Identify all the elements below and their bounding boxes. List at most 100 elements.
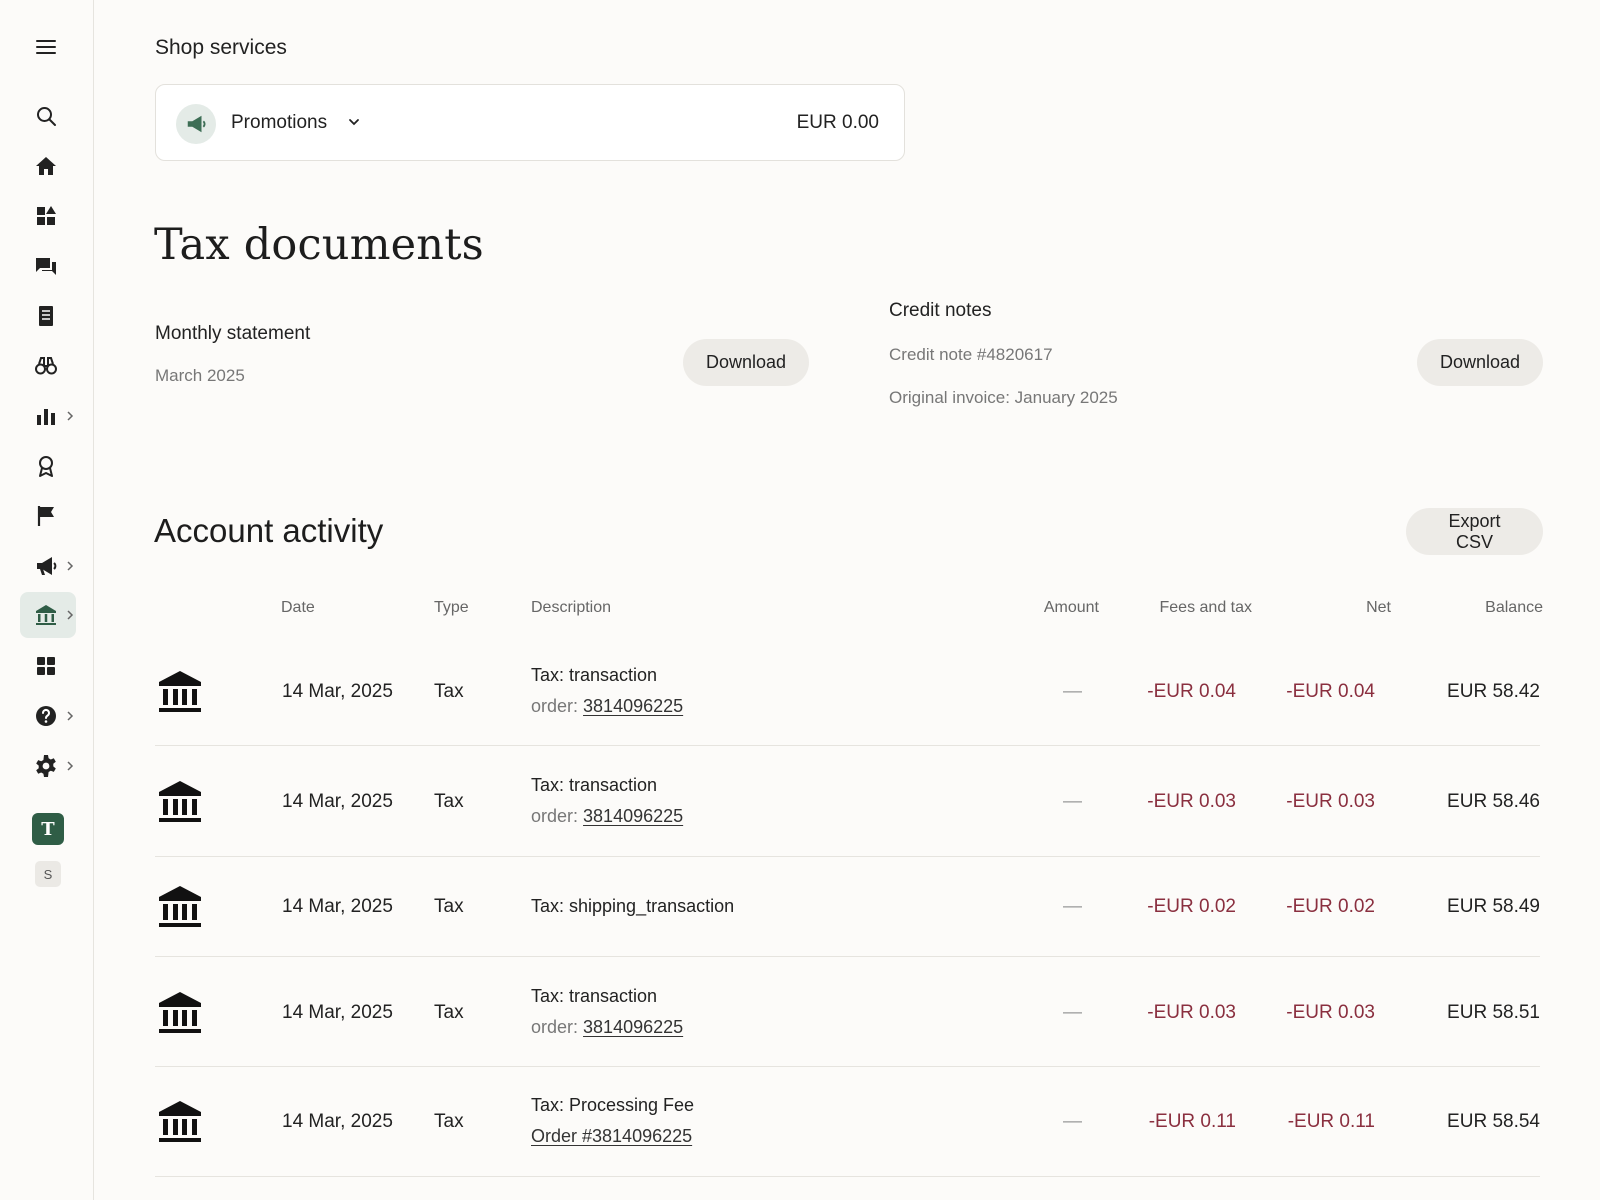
nav-marketing[interactable]	[20, 343, 76, 389]
nav-messages[interactable]	[20, 243, 76, 289]
row-fees: -EUR 0.02	[1147, 896, 1236, 917]
monthly-statement-period: March 2025	[155, 366, 245, 385]
row-description: Tax: transaction	[531, 664, 658, 685]
row-balance: EUR 58.42	[1447, 680, 1540, 702]
row-amount: —	[1063, 896, 1082, 917]
stats-icon	[37, 409, 55, 425]
bank-icon	[36, 605, 56, 625]
nav-listings[interactable]	[20, 193, 76, 239]
row-order-ref: order: 3814096225	[531, 696, 683, 717]
nav-finances[interactable]	[20, 592, 76, 638]
row-fees: -EUR 0.11	[1148, 1111, 1236, 1132]
nav-advertising[interactable]	[20, 543, 76, 589]
row-date: 14 Mar, 2025	[282, 1001, 393, 1023]
table-row[interactable]: 14 Mar, 2025 Tax Tax: Processing Fee Order …	[155, 1067, 1540, 1177]
nav-star-seller[interactable]	[20, 443, 76, 489]
row-fees: -EUR 0.03	[1147, 1001, 1236, 1023]
gear-icon	[36, 755, 56, 777]
col-date: Date	[281, 599, 315, 616]
bank-icon	[157, 1100, 203, 1144]
col-type: Type	[434, 599, 469, 616]
nav-orders[interactable]	[20, 293, 76, 339]
order-link[interactable]: 3814096225	[583, 696, 683, 716]
nav-search[interactable]	[20, 93, 76, 139]
chevron-right-icon	[67, 411, 74, 421]
order-link[interactable]: 3814096225	[583, 806, 683, 826]
shop-avatar-primary[interactable]: T	[32, 813, 64, 845]
row-amount: —	[1063, 1001, 1082, 1023]
row-net: -EUR 0.02	[1286, 896, 1375, 917]
row-date: 14 Mar, 2025	[282, 680, 393, 702]
bank-icon	[157, 670, 203, 714]
row-net: -EUR 0.03	[1286, 791, 1375, 812]
row-type: Tax	[434, 896, 464, 917]
table-row[interactable]: 14 Mar, 2025 Tax Tax: transaction order: 38…	[155, 747, 1540, 857]
table-row[interactable]: 14 Mar, 2025 Tax Tax: transaction order: 38…	[155, 958, 1540, 1067]
monthly-statement-title: Monthly statement	[155, 323, 311, 344]
row-description: Tax: Processing Fee	[531, 1095, 695, 1115]
messages-icon	[36, 258, 56, 275]
nav-stats[interactable]	[20, 393, 76, 439]
order-label: order:	[531, 1016, 584, 1037]
bank-icon	[157, 780, 203, 824]
row-date: 14 Mar, 2025	[282, 791, 393, 812]
credit-note-number: Credit note #4820617	[889, 345, 1053, 364]
row-type: Tax	[434, 680, 464, 702]
chevron-down-icon[interactable]	[347, 115, 361, 129]
row-balance: EUR 58.49	[1447, 896, 1540, 917]
credit-note-original-invoice: Original invoice: January 2025	[889, 388, 1118, 407]
row-date: 14 Mar, 2025	[282, 896, 393, 917]
col-balance: Balance	[1485, 599, 1543, 616]
order-link[interactable]: 3814096225	[583, 1017, 683, 1037]
tax-documents-title: Tax documents	[154, 220, 484, 270]
chevron-right-icon	[67, 610, 74, 620]
promotions-title: Promotions	[231, 112, 328, 133]
promo-icon-wrap	[176, 104, 216, 144]
col-fees: Fees and tax	[1159, 599, 1253, 616]
shop-avatar-secondary[interactable]: S	[35, 861, 61, 887]
credit-notes-title: Credit notes	[889, 300, 992, 321]
megaphone-icon	[187, 115, 206, 133]
nav-settings[interactable]	[20, 743, 76, 789]
menu-button[interactable]	[20, 24, 76, 70]
export-csv-button[interactable]: Export CSV	[1406, 508, 1543, 555]
row-type: Tax	[434, 791, 464, 812]
megaphone-icon	[37, 557, 57, 575]
nav-help[interactable]	[20, 693, 76, 739]
download-credit-note-button[interactable]: Download	[1417, 339, 1543, 386]
col-net: Net	[1366, 599, 1391, 616]
bank-icon	[157, 991, 203, 1035]
table-row[interactable]: 14 Mar, 2025 Tax Tax: shipping_transaction…	[155, 857, 1540, 957]
nav-reports[interactable]	[20, 493, 76, 539]
promotions-amount: EUR 0.00	[796, 112, 879, 133]
search-icon	[37, 107, 56, 126]
promotions-card[interactable]: Promotions EUR 0.00	[155, 84, 905, 161]
shop-services-label: Shop services	[155, 36, 287, 59]
dashboard-icon	[37, 206, 56, 225]
download-statement-button[interactable]: Download	[683, 339, 809, 386]
help-icon	[36, 706, 56, 726]
order-link[interactable]: Order #3814096225	[531, 1126, 692, 1146]
row-order-ref: order: 3814096225	[531, 1017, 683, 1038]
chevron-right-icon	[67, 761, 74, 771]
row-amount: —	[1063, 791, 1082, 812]
row-description: Tax: transaction	[531, 775, 658, 795]
row-net: -EUR 0.11	[1287, 1111, 1375, 1132]
row-order-ref: order: 3814096225	[531, 806, 683, 827]
row-amount: —	[1063, 680, 1082, 702]
col-amount: Amount	[1043, 599, 1099, 616]
row-net: -EUR 0.03	[1286, 1001, 1375, 1023]
row-description: Tax: shipping_transaction	[531, 896, 735, 916]
badge-icon	[39, 456, 53, 477]
row-amount: —	[1063, 1111, 1082, 1132]
chevron-right-icon	[67, 561, 74, 571]
menu-icon	[36, 40, 56, 54]
row-balance: EUR 58.54	[1447, 1111, 1540, 1132]
row-date: 14 Mar, 2025	[282, 1111, 393, 1132]
row-fees: -EUR 0.04	[1147, 680, 1236, 702]
table-row[interactable]: 14 Mar, 2025 Tax Tax: transaction order: 38…	[155, 637, 1540, 746]
account-activity-title: Account activity	[154, 512, 384, 549]
row-fees: -EUR 0.03	[1147, 791, 1236, 812]
nav-integrations[interactable]	[20, 643, 76, 689]
nav-home[interactable]	[20, 143, 76, 189]
